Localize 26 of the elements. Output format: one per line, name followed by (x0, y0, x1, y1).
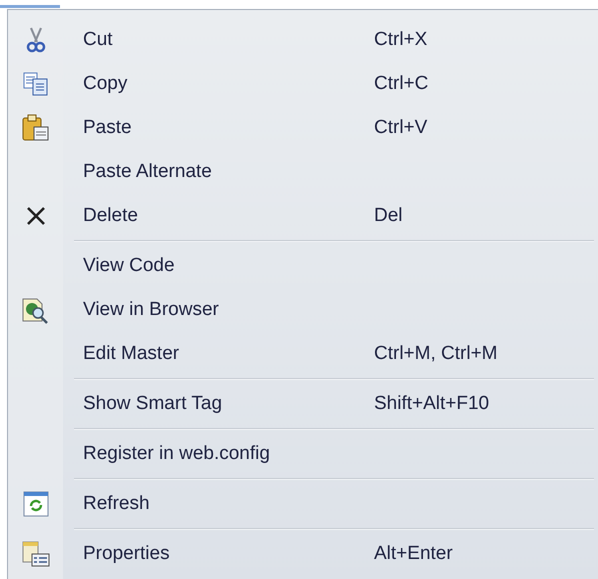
refresh-icon (22, 491, 48, 517)
menu-item-label[interactable]: Paste (83, 114, 374, 142)
keyboard-shortcut: Ctrl+C (374, 72, 428, 96)
menu-item-label[interactable]: Cut (83, 26, 374, 54)
menu-item-label[interactable]: Register in web.config (83, 440, 374, 468)
menu-item-label[interactable]: Properties (83, 540, 374, 568)
globe-magnifier-icon (22, 296, 50, 324)
keyboard-shortcut: Del (374, 204, 403, 228)
menu-item-label[interactable]: Show Smart Tag (83, 390, 374, 418)
scissors-icon (24, 27, 46, 53)
menu-item-label[interactable]: View Code (83, 252, 374, 280)
keyboard-shortcut: Shift+Alt+F10 (374, 392, 490, 416)
menu-item-label[interactable]: Delete (83, 202, 374, 230)
keyboard-shortcut: Alt+Enter (374, 542, 453, 566)
menu-item-label[interactable]: Paste Alternate (83, 158, 374, 186)
menu-item-label[interactable]: Refresh (83, 490, 374, 518)
document-list-icon (22, 540, 50, 568)
menu-item-label[interactable]: View in Browser (83, 296, 374, 324)
keyboard-shortcut: Ctrl+V (374, 116, 428, 140)
menu-item-label[interactable]: Copy (83, 70, 374, 98)
keyboard-shortcut: Ctrl+M, Ctrl+M (374, 342, 498, 366)
cross-icon (26, 206, 46, 226)
clipboard-icon (22, 114, 50, 142)
menu-item-label[interactable]: Edit Master (83, 340, 374, 368)
documents-icon (22, 72, 48, 96)
keyboard-shortcut: Ctrl+X (374, 28, 428, 52)
